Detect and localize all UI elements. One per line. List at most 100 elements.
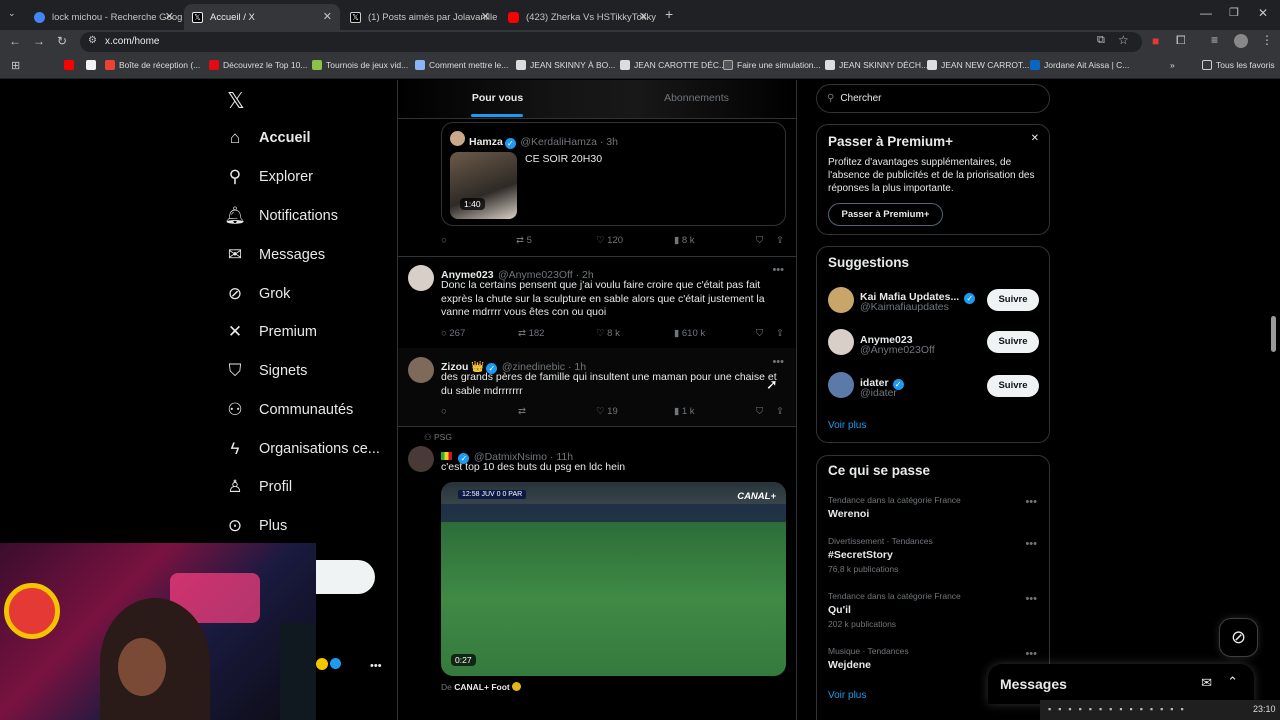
see-more-link[interactable]: Voir plus	[828, 690, 866, 701]
back-icon[interactable]: ←	[9, 34, 21, 48]
bookmark-jean-skinny[interactable]: JEAN SKINNY À BO...	[516, 60, 615, 70]
bookmark-button[interactable]: ⛉	[756, 406, 776, 417]
retweet-button[interactable]: ⇄ 182	[518, 328, 596, 339]
bookmark-jean-new[interactable]: JEAN NEW CARROT...	[927, 60, 1029, 70]
tray-icons[interactable]: ▪▪▪▪▪▪▪▪▪▪▪▪▪▪	[1048, 704, 1191, 714]
bookmark-button[interactable]: ⛉	[756, 235, 776, 246]
retweet-button[interactable]: ⇄ 5	[516, 235, 596, 246]
trend-item[interactable]: Tendance dans la catégorie France Qu'il …	[828, 591, 1040, 629]
avatar[interactable]	[408, 446, 434, 472]
bookmark-tournois[interactable]: Tournois de jeux vid...	[312, 60, 408, 70]
forward-icon[interactable]: →	[33, 34, 45, 48]
grok-icon[interactable]: ⊘	[1219, 618, 1258, 657]
apps-grid-icon[interactable]: ⊞	[11, 59, 20, 72]
messages-drawer[interactable]: Messages ✉ ⌃	[988, 664, 1254, 704]
chrome-menu-icon[interactable]: ⋮	[1261, 33, 1273, 47]
suggestion-item[interactable]: Kai Mafia Updates... ✓ @Kaimafiaupdates S…	[817, 283, 1049, 323]
bookmark-jordane[interactable]: Jordane Ait Aissa | C...	[1030, 60, 1129, 70]
nav-organizations[interactable]: ϟ Organisations ce...	[225, 431, 385, 467]
views-button[interactable]: ▮ 1 k	[674, 406, 756, 417]
trend-more-icon[interactable]: •••	[1025, 648, 1037, 660]
post[interactable]: ⚇ PSG ✓ @DatmixNsimo · 11h c'est top 10 …	[398, 426, 796, 720]
tab-youtube[interactable]: (423) Zherka Vs HSTikkyTokky ( ✕	[500, 4, 656, 30]
trend-more-icon[interactable]: •••	[1025, 538, 1037, 550]
media-control-icon[interactable]: ≡	[1211, 33, 1218, 47]
tab-google-search[interactable]: lock michou - Recherche Googl ✕	[26, 4, 182, 30]
close-tab-icon[interactable]: ✕	[165, 10, 174, 23]
nav-bookmarks[interactable]: ⛉ Signets	[225, 353, 385, 389]
suggestion-item[interactable]: idater ✓ @idater Suivre	[817, 370, 1049, 410]
tab-liked-posts[interactable]: 𝕏 (1) Posts aimés par Jolavanille 🍦 ✕	[342, 4, 498, 30]
new-tab-icon[interactable]: +	[665, 6, 673, 22]
bookmark-top10[interactable]: Découvrez le Top 10...	[209, 60, 307, 70]
account-menu-icon[interactable]: •••	[370, 660, 382, 672]
views-button[interactable]: ▮ 610 k	[674, 328, 756, 339]
all-bookmarks[interactable]: Tous les favoris	[1202, 60, 1275, 70]
nav-communities[interactable]: ⚇ Communautés	[225, 392, 385, 428]
bookmark-docs[interactable]	[86, 60, 100, 70]
tab-following[interactable]: Abonnements	[597, 80, 796, 118]
new-message-icon[interactable]: ✉	[1201, 675, 1212, 691]
avatar[interactable]	[408, 265, 434, 291]
bookmark-comment[interactable]: Comment mettre le...	[415, 60, 508, 70]
scrollbar-thumb[interactable]	[1271, 316, 1276, 352]
post-more-icon[interactable]: •••	[772, 356, 784, 368]
see-more-link[interactable]: Voir plus	[828, 420, 866, 431]
trend-item[interactable]: Tendance dans la catégorie France Wereno…	[828, 495, 1040, 520]
video-thumbnail[interactable]: 1:40	[450, 152, 517, 219]
follow-button[interactable]: Suivre	[987, 289, 1039, 311]
collapse-icon[interactable]: ⌃	[1227, 674, 1238, 690]
nav-premium[interactable]: ✕ Premium	[225, 314, 385, 350]
close-icon[interactable]: ✕	[1031, 133, 1039, 144]
quoted-post[interactable]: Hamza ✓ @KerdaliHamza · 3h 1:40 CE SOIR 2…	[441, 122, 786, 226]
close-tab-icon[interactable]: ✕	[481, 10, 490, 23]
x-logo-icon[interactable]: 𝕏	[227, 88, 245, 114]
bookmark-star-icon[interactable]: ☆	[1118, 33, 1129, 47]
extensions-puzzle-icon[interactable]: ⧠	[1176, 33, 1186, 48]
post-more-icon[interactable]: •••	[772, 264, 784, 276]
reply-button[interactable]: ○ 267	[441, 328, 518, 339]
bookmark-youtube[interactable]	[64, 60, 78, 70]
video-player[interactable]: 12:58 JUV 0 0 PAR CANAL+ 0:27	[441, 482, 786, 676]
nav-home[interactable]: ⌂ Accueil	[225, 120, 385, 156]
tab-search-icon[interactable]: ⌄	[8, 8, 16, 19]
restore-icon[interactable]: ❐	[1229, 6, 1239, 19]
premium-button[interactable]: Passer à Premium+	[828, 203, 943, 226]
nav-notifications[interactable]: 🔔︎ Notifications	[224, 198, 385, 234]
bookmarks-overflow-icon[interactable]: »	[1170, 60, 1175, 70]
close-tab-icon[interactable]: ✕	[323, 10, 332, 23]
nav-messages[interactable]: ✉ Messages	[225, 237, 385, 273]
bookmark-button[interactable]: ⛉	[756, 328, 776, 339]
views-button[interactable]: ▮ 8 k	[674, 235, 756, 246]
bookmark-simulation[interactable]: Faire une simulation...	[723, 60, 821, 70]
reply-button[interactable]: ○	[441, 235, 516, 246]
profile-avatar-icon[interactable]	[1234, 34, 1248, 48]
trend-item[interactable]: Divertissement · Tendances #SecretStory …	[828, 536, 1040, 574]
search-field[interactable]: ⚲ Chercher	[816, 84, 1050, 113]
share-button[interactable]: ⇪	[776, 328, 784, 339]
close-tab-icon[interactable]: ✕	[639, 10, 648, 23]
retweet-button[interactable]: ⇄	[518, 406, 596, 417]
like-button[interactable]: ♡ 8 k	[596, 328, 674, 339]
clock[interactable]: 23:10	[1253, 704, 1276, 714]
share-button[interactable]: ⇪	[776, 235, 784, 246]
extension-icon[interactable]: ■	[1152, 34, 1159, 48]
install-app-icon[interactable]: ⧉	[1097, 34, 1105, 47]
follow-button[interactable]: Suivre	[987, 375, 1039, 397]
follow-button[interactable]: Suivre	[987, 331, 1039, 353]
nav-grok[interactable]: ⊘ Grok	[225, 276, 385, 312]
bookmark-jean-carotte[interactable]: JEAN CAROTTE DÉC...	[620, 60, 726, 70]
nav-more[interactable]: ⊙ Plus	[225, 508, 385, 544]
minimize-icon[interactable]: —	[1200, 6, 1212, 20]
reply-button[interactable]: ○	[441, 406, 518, 417]
nav-profile[interactable]: ♙ Profil	[225, 469, 385, 505]
bookmark-gmail[interactable]: Boîte de réception (...	[105, 60, 200, 70]
tab-for-you[interactable]: Pour vous	[398, 80, 597, 118]
suggestion-item[interactable]: Anyme023 @Anyme023Off Suivre	[817, 327, 1049, 367]
like-button[interactable]: ♡ 120	[596, 235, 674, 246]
like-button[interactable]: ♡ 19	[596, 406, 674, 417]
nav-explore[interactable]: ⚲ Explorer	[225, 159, 385, 195]
avatar[interactable]	[408, 357, 434, 383]
close-window-icon[interactable]: ✕	[1258, 6, 1268, 20]
reload-icon[interactable]: ↻	[57, 34, 67, 48]
